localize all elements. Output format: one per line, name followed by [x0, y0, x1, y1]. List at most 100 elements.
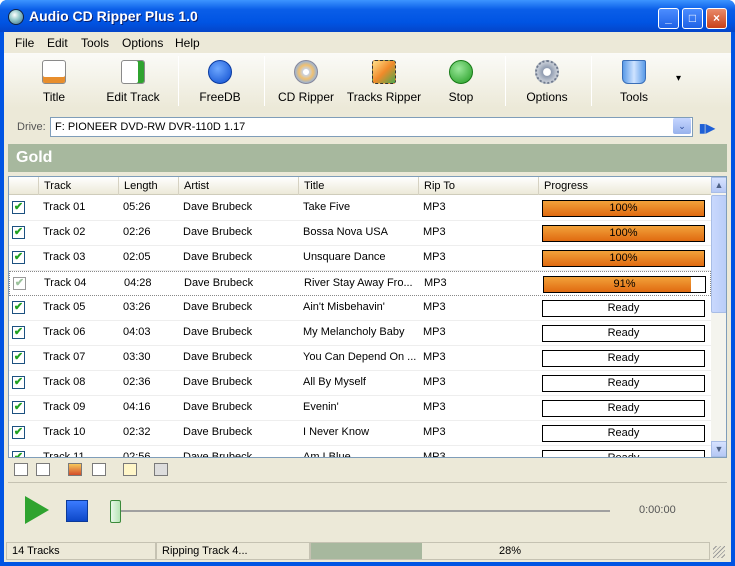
track-length: 03:30: [123, 351, 151, 363]
track-checkbox[interactable]: ✔: [12, 301, 25, 314]
track-artist: Dave Brubeck: [183, 401, 253, 413]
tracks-ripper-button[interactable]: Tracks Ripper: [346, 53, 422, 108]
column-artist[interactable]: Artist: [179, 177, 299, 195]
track-row[interactable]: ✔ Track 05 03:26 Dave Brubeck Ain't Misbehav…: [9, 296, 711, 321]
track-row[interactable]: ✔ Track 04 04:28 Dave Brubeck River Stay Awa…: [9, 271, 711, 296]
track-row[interactable]: ✔ Track 10 02:32 Dave Brubeck I Never Know MP…: [9, 421, 711, 446]
scroll-down-icon[interactable]: ▼: [711, 441, 726, 457]
title-button-label: Title: [42, 90, 66, 104]
options-button[interactable]: Options: [511, 53, 583, 108]
seek-slider-thumb[interactable]: [110, 500, 121, 523]
column-track[interactable]: Track: [39, 177, 119, 195]
menu-file[interactable]: File: [15, 36, 34, 50]
track-checkbox[interactable]: ✔: [12, 401, 25, 414]
select-all-icon[interactable]: [14, 463, 28, 476]
menu-tools[interactable]: Tools: [81, 36, 109, 50]
column-progress[interactable]: Progress: [539, 177, 711, 195]
toolbar-more-arrow-icon[interactable]: ▾: [676, 73, 681, 84]
track-progress-text: 100%: [609, 227, 638, 239]
play-icon[interactable]: [25, 496, 49, 524]
resize-grip-icon[interactable]: [713, 546, 725, 558]
stop-button[interactable]: Stop: [425, 53, 497, 108]
drive-dropdown-arrow-icon[interactable]: ⌄: [673, 118, 691, 134]
menu-options[interactable]: Options: [122, 36, 163, 50]
track-length: 04:03: [123, 326, 151, 338]
column-check[interactable]: [9, 177, 39, 195]
play-time: 0:00:00: [639, 504, 676, 516]
maximize-button[interactable]: □: [682, 8, 703, 29]
track-progress-bar: 91%: [543, 276, 706, 293]
tools-button[interactable]: Tools: [598, 53, 670, 108]
drive-select[interactable]: F: PIONEER DVD-RW DVR-110D 1.17: [50, 117, 693, 137]
track-progress-text: 91%: [613, 278, 636, 290]
freedb-info-icon: [208, 60, 232, 84]
track-progress-bar: 100%: [542, 250, 705, 267]
track-row[interactable]: ✔ Track 07 03:30 Dave Brubeck You Can Depend…: [9, 346, 711, 371]
track-row[interactable]: ✔ Track 11 02:56 Dave Brubeck Am I Blue MP3 Re…: [9, 446, 711, 458]
menu-bar: File Edit Tools Options Help: [4, 32, 731, 52]
close-button[interactable]: ×: [706, 8, 727, 29]
track-row[interactable]: ✔ Track 09 04:16 Dave Brubeck Evenin' MP3 Read…: [9, 396, 711, 421]
track-row[interactable]: ✔ Track 08 02:36 Dave Brubeck All By Myself M…: [9, 371, 711, 396]
track-checkbox[interactable]: ✔: [12, 251, 25, 264]
track-progress-text: Ready: [607, 427, 640, 439]
seek-track[interactable]: [114, 510, 610, 512]
track-artist: Dave Brubeck: [183, 451, 253, 458]
track-checkbox[interactable]: ✔: [12, 326, 25, 339]
stop-square-icon[interactable]: [66, 500, 88, 522]
edit-track-label: Edit Track: [106, 90, 160, 104]
menu-help[interactable]: Help: [175, 36, 200, 50]
track-checkbox[interactable]: ✔: [12, 201, 25, 214]
column-rip-to[interactable]: Rip To: [419, 177, 539, 195]
track-checkbox[interactable]: ✔: [12, 376, 25, 389]
freedb-button[interactable]: FreeDB: [184, 53, 256, 108]
track-rip-format: MP3: [423, 401, 446, 413]
cd-ripper-button[interactable]: CD Ripper: [270, 53, 342, 108]
track-rip-format: MP3: [423, 301, 446, 313]
track-checkbox[interactable]: ✔: [13, 277, 26, 290]
track-number: Track 03: [43, 251, 86, 263]
track-number: Track 02: [43, 226, 86, 238]
track-checkbox[interactable]: ✔: [12, 451, 25, 457]
tools-label: Tools: [619, 90, 648, 104]
status-action: Ripping Track 4...: [156, 542, 310, 560]
scroll-up-icon[interactable]: ▲: [711, 177, 726, 193]
track-row[interactable]: ✔ Track 03 02:05 Dave Brubeck Unsquare Dance…: [9, 246, 711, 271]
stop-green-icon: [449, 60, 473, 84]
track-row[interactable]: ✔ Track 06 04:03 Dave Brubeck My Melancholy …: [9, 321, 711, 346]
drive-label: Drive:: [17, 121, 46, 133]
track-list[interactable]: Track Length Artist Title Rip To Progres…: [8, 176, 727, 458]
drive-next-icon[interactable]: ▮▶: [699, 121, 715, 135]
vertical-scrollbar[interactable]: ▲ ▼: [711, 177, 726, 457]
track-artist: Dave Brubeck: [183, 251, 253, 263]
track-length: 02:36: [123, 376, 151, 388]
refresh-icon[interactable]: [68, 463, 82, 476]
track-title: River Stay Away Fro...: [304, 277, 413, 289]
list-icon[interactable]: [92, 463, 106, 476]
title-button[interactable]: Title: [18, 53, 90, 108]
copy-icon[interactable]: [36, 463, 50, 476]
track-rip-format: MP3: [423, 376, 446, 388]
track-row[interactable]: ✔ Track 01 05:26 Dave Brubeck Take Five MP3 10…: [9, 196, 711, 221]
track-number: Track 09: [43, 401, 86, 413]
column-length[interactable]: Length: [119, 177, 179, 195]
menu-edit[interactable]: Edit: [47, 36, 68, 50]
client-area: File Edit Tools Options Help Title Edit …: [4, 32, 731, 562]
track-checkbox[interactable]: ✔: [12, 351, 25, 364]
column-title[interactable]: Title: [299, 177, 419, 195]
overall-progress-text: 28%: [498, 545, 522, 557]
track-checkbox[interactable]: ✔: [12, 426, 25, 439]
scroll-thumb[interactable]: [711, 195, 726, 313]
edit-track-button[interactable]: Edit Track: [97, 53, 169, 108]
track-title: You Can Depend On ...: [303, 351, 417, 363]
track-artist: Dave Brubeck: [183, 326, 253, 338]
print-icon[interactable]: [154, 463, 168, 476]
note-icon[interactable]: [123, 463, 137, 476]
album-title: Gold: [8, 144, 727, 172]
status-bar: 14 Tracks Ripping Track 4... 28%: [4, 540, 731, 562]
toolbar: Title Edit Track FreeDB CD Ripper Tracks…: [4, 53, 731, 108]
track-checkbox[interactable]: ✔: [12, 226, 25, 239]
minimize-button[interactable]: _: [658, 8, 679, 29]
track-row[interactable]: ✔ Track 02 02:26 Dave Brubeck Bossa Nova USA…: [9, 221, 711, 246]
title-bar[interactable]: Audio CD Ripper Plus 1.0 _ □ ×: [0, 0, 735, 32]
